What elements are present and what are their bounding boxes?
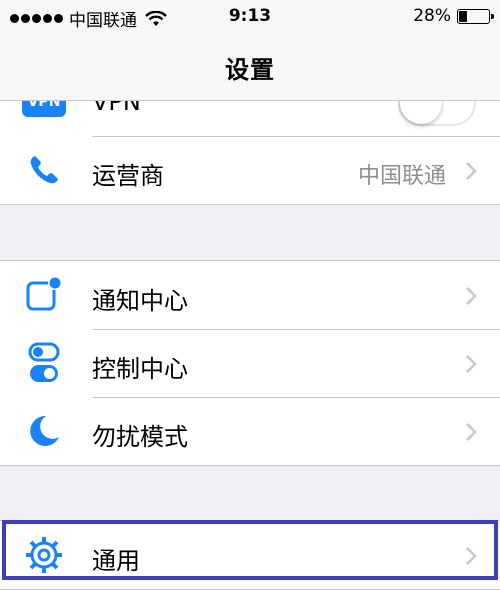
settings-row-general[interactable]: 通用 [0, 521, 500, 589]
row-label: 勿扰模式 [92, 423, 188, 451]
settings-row-notification-center[interactable]: 通知中心 [0, 261, 500, 329]
settings-row-do-not-disturb[interactable]: 勿扰模式 [0, 397, 500, 465]
chevron-right-icon [466, 547, 477, 565]
phone-icon [22, 152, 66, 188]
battery-percent: 28% [413, 6, 451, 26]
battery-fill [459, 10, 467, 22]
gear-icon [22, 537, 66, 573]
status-bar: 中国联通 9:13 28% [0, 0, 500, 34]
status-right: 28% [413, 6, 494, 26]
settings-group-general: 通用 [0, 520, 500, 590]
row-label: 控制中心 [92, 355, 188, 383]
control-center-icon [22, 342, 66, 382]
page-title: 设置 [225, 56, 275, 84]
settings-group-notifications: 通知中心 控制中心 勿扰模式 [0, 260, 500, 466]
row-label: 通用 [92, 547, 140, 575]
notification-center-icon [22, 276, 66, 313]
row-value-carrier: 中国联通 [357, 164, 446, 189]
top-bar: 中国联通 9:13 28% 设置 [0, 0, 500, 101]
chevron-right-icon [466, 355, 477, 373]
settings-row-control-center[interactable]: 控制中心 [0, 329, 500, 397]
chevron-right-icon [466, 287, 477, 305]
row-label: 通知中心 [92, 287, 188, 315]
battery-icon [457, 8, 494, 24]
chevron-right-icon [466, 162, 477, 180]
settings-row-carrier[interactable]: 运营商 中国联通 [0, 136, 500, 204]
chevron-right-icon [466, 423, 477, 441]
row-label-carrier: 运营商 [92, 162, 164, 190]
moon-icon [22, 413, 66, 449]
